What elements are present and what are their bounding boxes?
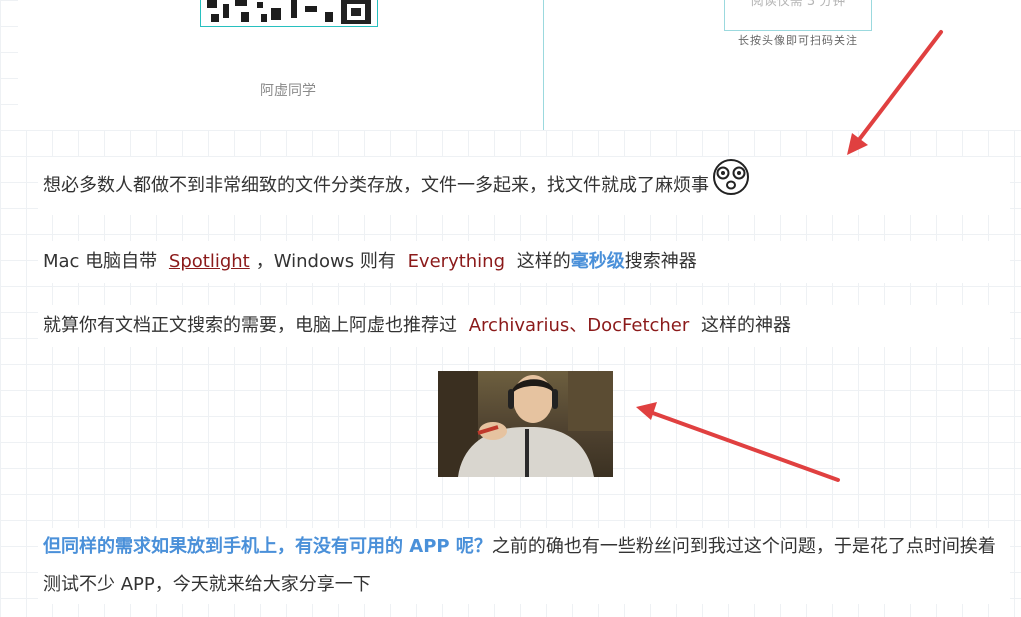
reaction-gif	[438, 371, 613, 477]
qr-code[interactable]	[200, 0, 378, 27]
read-time-box: 阅读仅需 3 分钟	[724, 0, 872, 31]
everything-keyword: Everything	[407, 251, 506, 272]
spotlight-link[interactable]: Spotlight	[169, 251, 250, 272]
read-time: 阅读仅需 3 分钟	[750, 0, 846, 9]
paragraph-intro-text: 想必多数人都做不到非常细致的文件分类存放，文件一多起来，找文件就成了麻烦事	[43, 175, 709, 196]
dizzy-face-icon	[711, 159, 751, 219]
arrow-icon-middle	[636, 402, 840, 482]
p2-text-1: Mac 电脑自带	[43, 251, 158, 272]
author-name: 阿虚同学	[260, 83, 316, 99]
scan-hint: 长按头像即可扫码关注	[738, 34, 858, 47]
paragraph-document-search: 就算你有文档正文搜索的需要，电脑上阿虚也推荐过 Archivarius、DocF…	[38, 305, 1010, 347]
p3-text-1: 就算你有文档正文搜索的需要，电脑上阿虚也推荐过	[43, 315, 457, 336]
p3-text-2: 这样的神器	[701, 315, 792, 336]
p2-text-2: ，Windows 则有	[255, 251, 396, 272]
p2-text-4: 搜索神器	[624, 251, 697, 272]
p2-text-3: 这样的	[516, 251, 571, 272]
card-divider	[543, 0, 544, 130]
paragraph-question: 但同样的需求如果放到手机上，有没有可用的 APP 呢？之前的确也有一些粉丝问到我…	[38, 528, 1010, 604]
tools-keyword: Archivarius、DocFetcher	[468, 315, 690, 336]
paragraph-search-tools: Mac 电脑自带 Spotlight ，Windows 则有 Everything…	[38, 241, 1010, 283]
question-highlight: 但同样的需求如果放到手机上，有没有可用的 APP 呢？	[43, 536, 492, 557]
profile-card: 阿虚同学 阅读仅需 3 分钟 长按头像即可扫码关注	[18, 0, 1021, 130]
paragraph-intro: 想必多数人都做不到非常细致的文件分类存放，文件一多起来，找文件就成了麻烦事	[38, 157, 1010, 215]
millisecond-highlight: 毫秒级	[570, 251, 625, 272]
